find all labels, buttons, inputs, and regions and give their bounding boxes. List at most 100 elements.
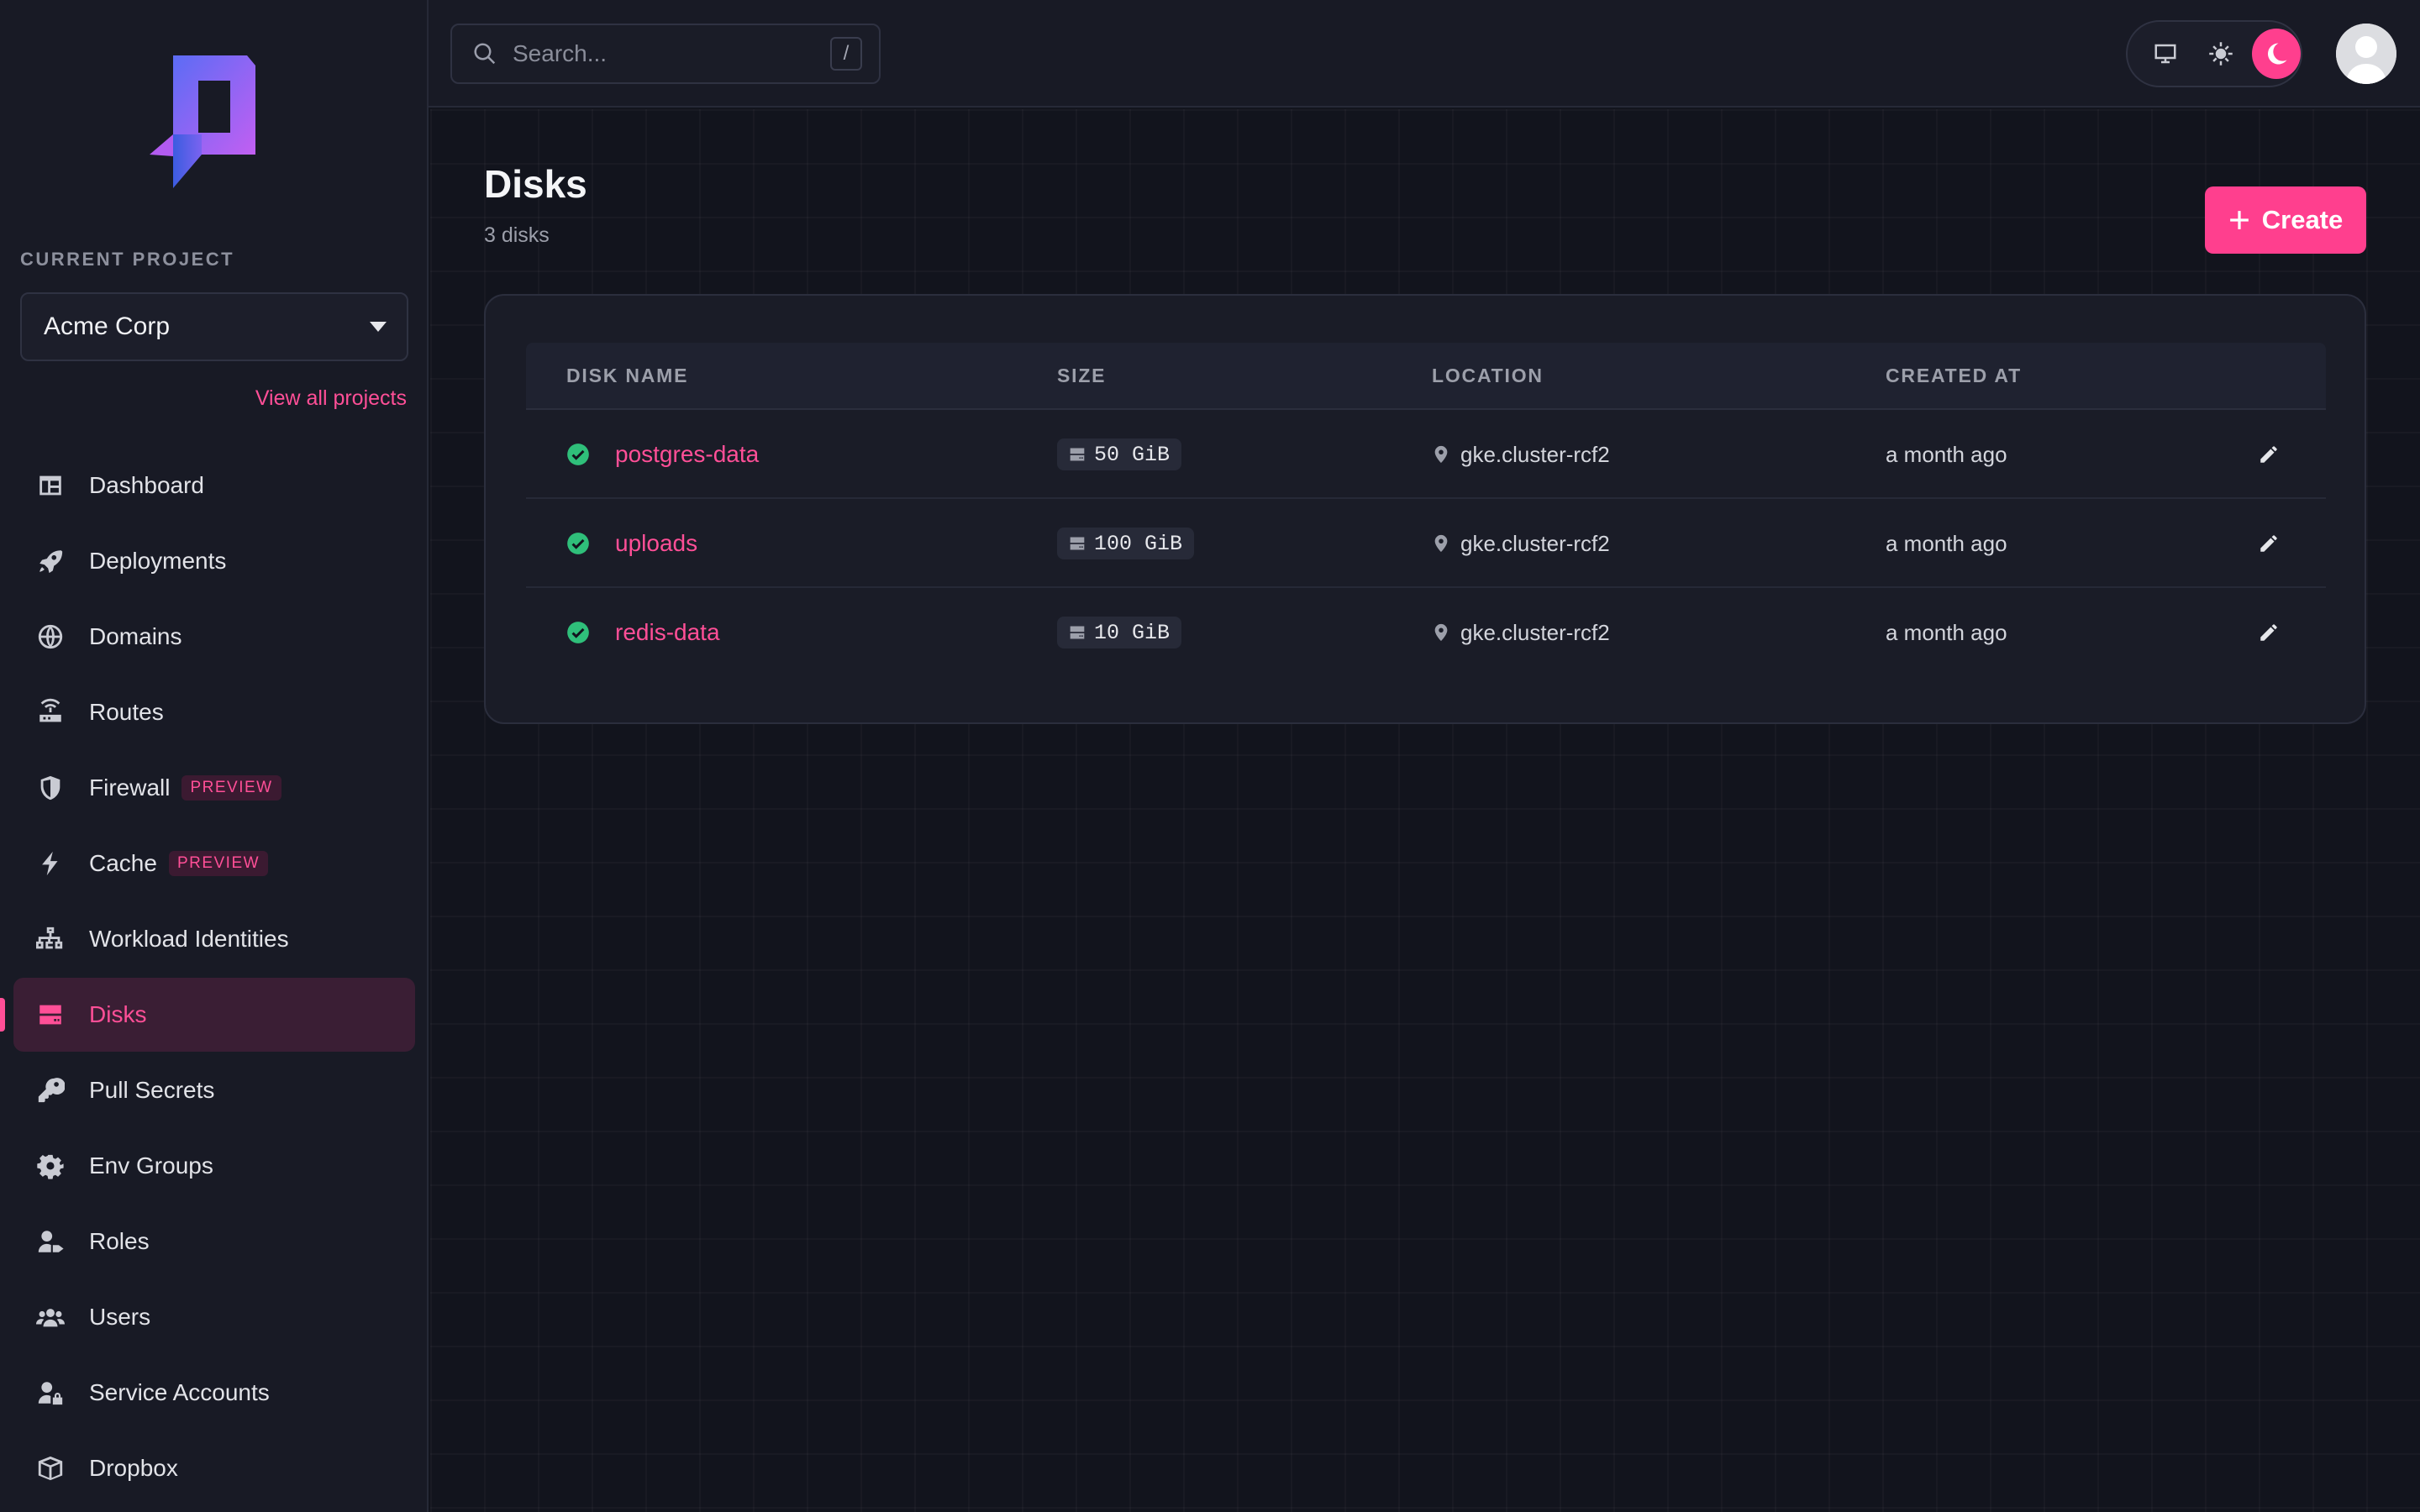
topbar: / [429,0,2420,108]
key-icon [35,1075,66,1105]
theme-light-button[interactable] [2196,29,2245,79]
map-pin-icon [1434,623,1448,642]
shield-icon [35,773,66,803]
disk-name-link[interactable]: postgres-data [615,441,759,468]
current-project-label: CURRENT PROJECT [20,249,235,270]
created-at: a month ago [1886,441,2007,467]
disk-name-link[interactable]: uploads [615,530,697,557]
sidebar-item-label: Env Groups [89,1152,213,1179]
map-pin-icon [1434,534,1448,553]
user-tag-icon [35,1226,66,1257]
created-at: a month ago [1886,530,2007,556]
sidebar-item-workload-identities[interactable]: Workload Identities [13,902,415,976]
actions-cell [2250,588,2287,677]
box-icon [35,1453,66,1483]
disk-size: 10 GiB [1094,620,1171,645]
sidebar-item-label: Deployments [89,548,227,574]
disks-card: DISK NAME SIZE LOCATION CREATED AT postg… [484,294,2366,724]
check-circle-icon [567,533,589,554]
search-shortcut-key: / [830,37,862,71]
create-button-label: Create [2261,205,2344,234]
location-cell: gke.cluster-rcf2 [1432,410,1610,499]
preview-badge: PREVIEW [168,851,269,876]
location: gke.cluster-rcf2 [1432,442,1610,468]
column-header-location: LOCATION [1432,365,1544,386]
sidebar-item-label: Workload Identities [89,926,289,952]
size-cell: 50 GiB [1057,410,1182,499]
plus-icon [2229,211,2249,229]
users-icon [35,1302,66,1332]
sun-icon [2209,42,2233,66]
sidebar-item-disks[interactable]: Disks [0,978,415,1052]
avatar-icon [2336,24,2396,84]
disks-table: DISK NAME SIZE LOCATION CREATED AT postg… [526,343,2326,677]
theme-system-button[interactable] [2141,29,2190,79]
dashboard-icon [35,470,66,501]
disk-count: 3 disks [484,223,550,247]
sidebar-item-domains[interactable]: Domains [13,600,415,674]
table-header: DISK NAME SIZE LOCATION CREATED AT [526,343,2326,410]
actions-cell [2250,499,2287,588]
sidebar-item-dashboard[interactable]: Dashboard [13,449,415,522]
created-cell: a month ago [1886,410,2007,499]
size-chip: 10 GiB [1057,617,1182,648]
search-input[interactable] [513,40,830,67]
desktop-icon [2154,44,2176,64]
check-circle-icon [567,444,589,465]
sidebar-item-label: Routes [89,699,164,725]
project-selector[interactable]: Acme Corp [20,292,408,361]
sidebar-item-env-groups[interactable]: Env Groups [13,1129,415,1203]
sidebar-item-label: Pull Secrets [89,1077,215,1103]
rocket-icon [35,546,66,576]
search-box[interactable]: / [450,24,881,84]
pencil-icon [2260,624,2277,641]
sidebar-item-dropbox[interactable]: Dropbox [13,1431,415,1505]
sidebar-item-label: Dashboard [89,472,204,498]
edit-button[interactable] [2250,525,2287,562]
location-text: gke.cluster-rcf2 [1460,530,1610,556]
sidebar-item-users[interactable]: Users [13,1280,415,1354]
disk-name-cell: uploads [566,499,697,588]
disk-name-cell: redis-data [566,588,720,677]
disk-name-link[interactable]: redis-data [615,619,720,646]
sidebar-item-label: Domains [89,623,182,649]
sidebar-item-routes[interactable]: Routes [13,675,415,749]
user-avatar[interactable] [2336,24,2396,84]
disk-name-cell: postgres-data [566,410,759,499]
preview-badge: PREVIEW [182,775,281,801]
sidebar-item-firewall[interactable]: Firewall PREVIEW [13,751,415,825]
location-cell: gke.cluster-rcf2 [1432,499,1610,588]
location-text: gke.cluster-rcf2 [1460,619,1610,645]
table-row: redis-data 10 GiB gke.cluster-rcf2 a mon… [526,588,2326,677]
sidebar-item-service-accounts[interactable]: Service Accounts [13,1356,415,1430]
location: gke.cluster-rcf2 [1432,531,1610,557]
sidebar-item-deployments[interactable]: Deployments [13,524,415,598]
create-button[interactable]: Create [2205,186,2366,254]
created-cell: a month ago [1886,499,2007,588]
theme-dark-button[interactable] [2252,29,2301,79]
hard-drive-icon [1070,537,1085,550]
edit-button[interactable] [2250,436,2287,473]
page-title: Disks [484,162,587,206]
disk-size: 100 GiB [1094,531,1183,556]
edit-button[interactable] [2250,614,2287,651]
sidebar-item-pull-secrets[interactable]: Pull Secrets [13,1053,415,1127]
view-all-projects-link[interactable]: View all projects [255,386,407,411]
sidebar-item-cache[interactable]: Cache PREVIEW [13,827,415,900]
hard-drive-icon [35,1000,66,1030]
caret-down-icon [370,322,387,332]
location-text: gke.cluster-rcf2 [1460,441,1610,467]
hard-drive-icon [1070,448,1085,461]
sidebar: CURRENT PROJECT Acme Corp View all proje… [0,0,429,1512]
sidebar-item-label: Service Accounts [89,1379,270,1405]
gear-icon [35,1151,66,1181]
created-cell: a month ago [1886,588,2007,677]
sidebar-item-roles[interactable]: Roles [13,1205,415,1278]
disk-size: 50 GiB [1094,442,1171,467]
check-circle-icon [567,622,589,643]
size-cell: 100 GiB [1057,499,1195,588]
sidebar-item-label: Disks [89,1001,147,1027]
globe-icon [35,622,66,652]
sidebar-item-label: Cache [89,850,157,876]
sidebar-item-label: Roles [89,1228,150,1254]
